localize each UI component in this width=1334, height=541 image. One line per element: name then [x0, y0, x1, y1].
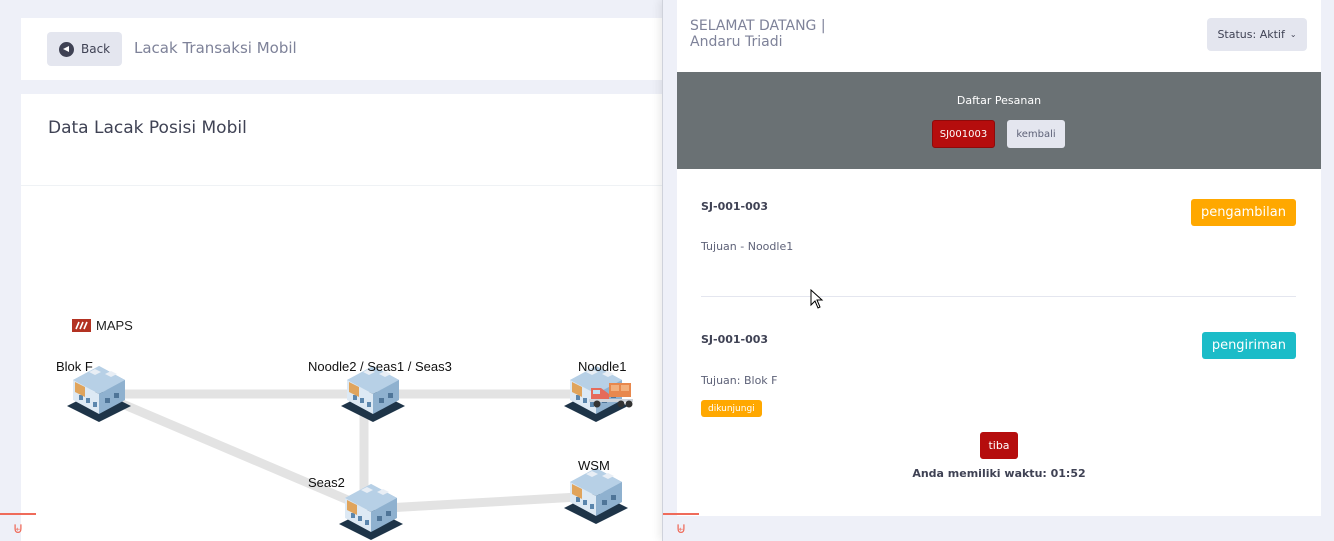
map-area: MAPS Blok F Noodle2 / Seas1 / Seas3 Nood…: [21, 186, 662, 541]
order-destination: Tujuan: Blok F: [701, 374, 778, 387]
user-name: Andaru Triadi: [690, 34, 783, 50]
welcome-line1: SELAMAT DATANG |: [690, 18, 826, 34]
kembali-button[interactable]: kembali: [1007, 120, 1065, 148]
tracking-card: Data Lacak Posisi Mobil MAPS Blok F Nood…: [21, 94, 662, 541]
laravel-icon: ⊌: [663, 513, 699, 541]
node-label-noodle1: Noodle1: [578, 359, 626, 374]
order-id: SJ-001-003: [701, 333, 769, 346]
node-label-seas2: Seas2: [308, 475, 345, 490]
node-label-noodle2: Noodle2 / Seas1 / Seas3: [308, 359, 452, 374]
chevron-down-icon: ⌄: [1289, 30, 1297, 39]
visited-badge: dikunjungi: [701, 400, 762, 417]
order-separator: [701, 296, 1296, 297]
page-title: Lacak Transaksi Mobil: [134, 39, 297, 57]
status-badge-pengiriman: pengiriman: [1201, 332, 1296, 359]
route-lines: [94, 389, 601, 514]
node-label-wsm: WSM: [578, 458, 610, 473]
welcome-text: SELAMAT DATANG | Andaru Triadi: [690, 18, 850, 50]
order-destination: Tujuan - Noodle1: [701, 240, 794, 253]
back-button[interactable]: Back: [47, 32, 122, 66]
order-list-header: Daftar Pesanan SJ001003 kembali: [677, 72, 1321, 169]
timer-text: Anda memiliki waktu: 01:52: [912, 467, 1086, 480]
status-dropdown[interactable]: Status: Aktif ⌄: [1207, 18, 1307, 51]
status-badge-pengambilan: pengambilan: [1190, 199, 1296, 226]
route-map: MAPS Blok F Noodle2 / Seas1 / Seas3 Nood…: [56, 318, 633, 540]
back-label: Back: [81, 42, 111, 56]
maps-logo: MAPS: [72, 318, 133, 333]
node-blok-f[interactable]: Blok F: [56, 359, 131, 422]
laravel-icon: ⊌: [0, 513, 36, 541]
arrow-left-icon: [59, 41, 74, 57]
node-seas2[interactable]: Seas2: [308, 475, 403, 540]
right-pane: SELAMAT DATANG | Andaru Triadi Status: A…: [662, 0, 1334, 541]
section-title: Data Lacak Posisi Mobil: [48, 118, 247, 138]
order-list: SJ-001-003 pengambilan Tujuan - Noodle1 …: [677, 169, 1321, 516]
order-id: SJ-001-003: [701, 200, 769, 213]
order-list-title: Daftar Pesanan: [956, 94, 1042, 107]
page-header: Back Lacak Transaksi Mobil: [21, 18, 662, 80]
left-pane: Back Lacak Transaksi Mobil Data Lacak Po…: [0, 0, 662, 541]
node-wsm[interactable]: WSM: [564, 458, 628, 524]
welcome-header: SELAMAT DATANG | Andaru Triadi Status: A…: [677, 0, 1321, 72]
maps-label: MAPS: [96, 318, 133, 333]
tiba-button[interactable]: tiba: [980, 432, 1018, 459]
order-sj001003-button[interactable]: SJ001003: [932, 120, 995, 148]
node-label-blok-f: Blok F: [56, 359, 93, 374]
status-label: Status: Aktif: [1217, 28, 1285, 41]
mouse-cursor-icon: [810, 289, 824, 309]
